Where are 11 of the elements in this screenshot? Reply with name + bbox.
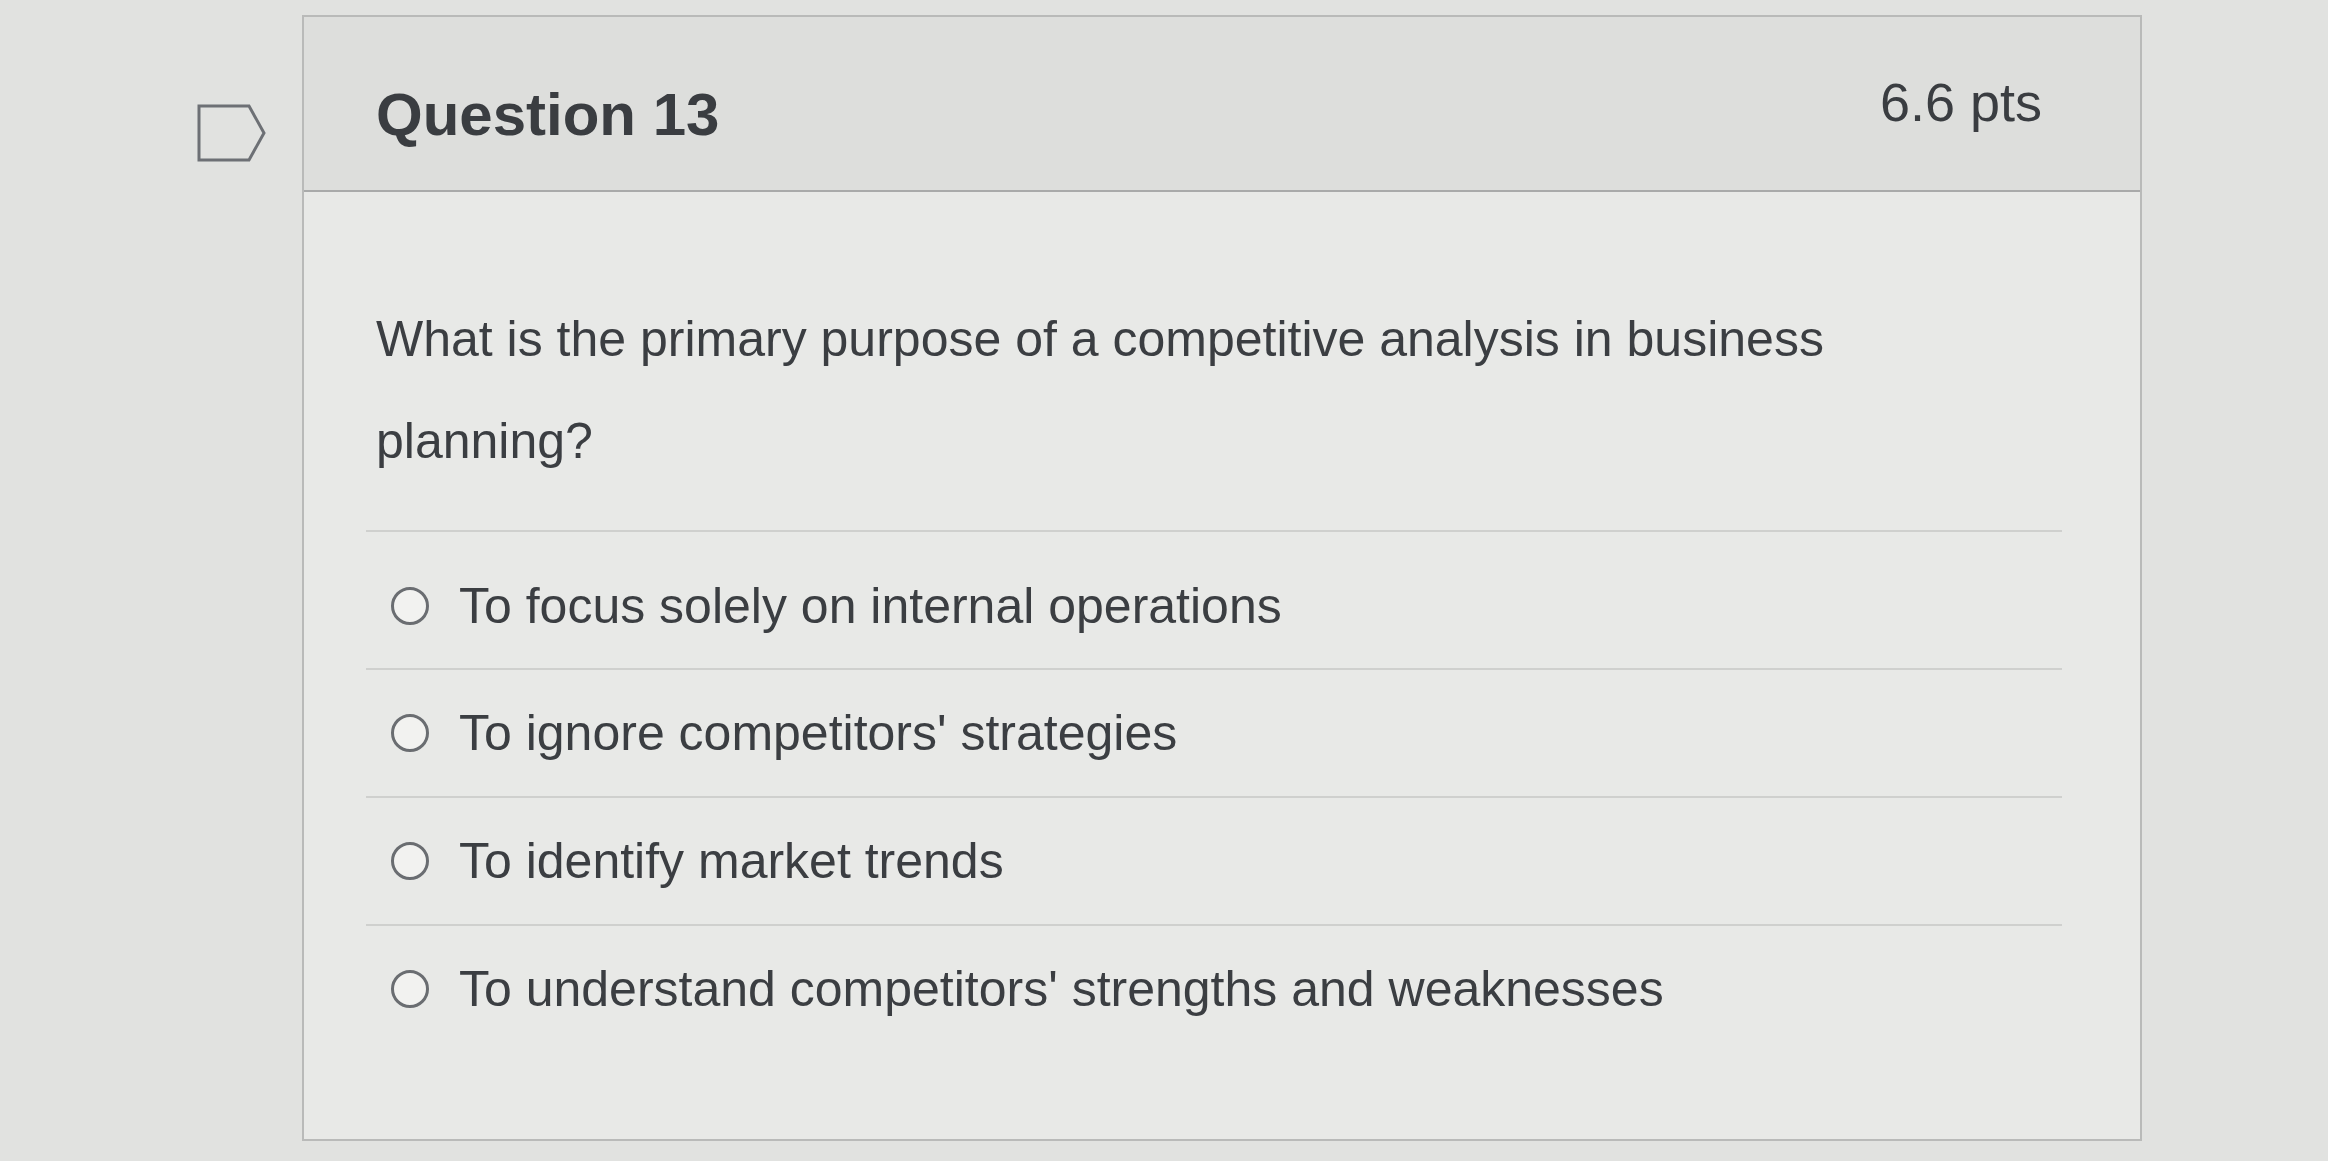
answer-label[interactable]: To understand competitors' strengths and weaknesses — [459, 959, 1664, 1019]
answer-label[interactable]: To identify market trends — [459, 831, 1004, 891]
radio-button[interactable] — [391, 587, 429, 625]
answer-label[interactable]: To focus solely on internal operations — [459, 576, 1282, 636]
radio-button[interactable] — [391, 714, 429, 752]
flag-icon[interactable] — [197, 104, 267, 162]
question-title: Question 13 — [376, 85, 720, 145]
question-text: What is the primary purpose of a competitive analysis in business planning? — [376, 310, 1825, 471]
answer-label[interactable]: To ignore competitors' strategies — [459, 703, 1178, 763]
radio-button[interactable] — [391, 970, 429, 1008]
radio-button[interactable] — [391, 842, 429, 880]
